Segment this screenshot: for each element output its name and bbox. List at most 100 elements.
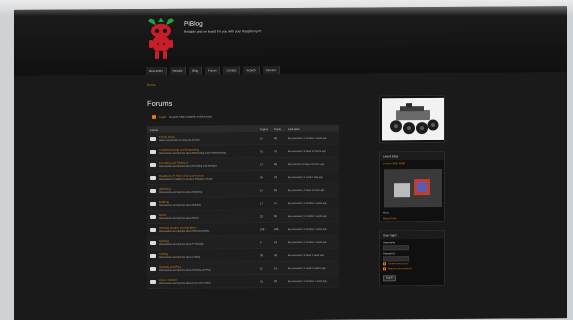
last-post[interactable]: By username | 2 months 1 week ago (288, 214, 342, 217)
forum-bubble-icon (150, 188, 156, 193)
topics-count: 17 (260, 201, 263, 205)
forum-text: Linux / Unlimit Discussions and queries a… (159, 278, 211, 286)
table-row[interactable]: Linux / Unlimit Discussions and queries a… (147, 274, 342, 290)
forum-table: Forum Topics Posts Last post Forum News N… (147, 124, 342, 290)
table-row[interactable]: Raspberry Pi Store and Accessories Discus… (147, 170, 342, 186)
last-post[interactable]: By username | 3 days 2 hours ago (288, 188, 342, 191)
column-header-topics[interactable]: Topics (260, 127, 274, 131)
nav-item-new-items[interactable]: New Items (146, 66, 167, 76)
forum-bubble-icon (150, 227, 156, 232)
bullet-icon (383, 262, 386, 266)
forum-description: Discussions and queries about Working Mo… (159, 229, 210, 234)
forum-text: Gaming Discussions and queries about Pi G… (159, 239, 203, 246)
forum-description: Discussions and queries about Linux and … (159, 281, 211, 286)
topics-count: 51 (260, 149, 263, 153)
nav-item-search[interactable]: Search (243, 66, 260, 75)
forum-bubble-icon (150, 162, 156, 167)
topics-count: 11 (260, 266, 263, 270)
table-row[interactable]: Coding Discussions and queries about Codi… (147, 248, 342, 264)
read-more-link[interactable]: Read more (380, 215, 444, 221)
table-row[interactable]: Watching Discussions and queries about Wa… (147, 183, 342, 199)
forum-text: Encoding and Setting it Discussions and q… (159, 161, 217, 169)
table-row[interactable]: Encoding and Setting it Discussions and q… (147, 157, 342, 173)
forum-cell: Forum News News and articles on using the… (150, 135, 260, 142)
posts-count: 58 (274, 253, 277, 257)
create-account-link[interactable]: Create new account (388, 263, 408, 265)
login-hint: Login to post new content in the forum. (152, 115, 213, 119)
posts-count: 14 (274, 266, 277, 270)
topics-count: 108 (260, 227, 265, 231)
forum-bubble-icon (150, 266, 156, 271)
forum-text: Raspberry Pi Store and Accessories Discus… (159, 173, 213, 182)
last-post[interactable]: By username | 1 week 1 day ago (288, 175, 342, 178)
last-post[interactable]: By username | 3 months 1 week ago (288, 279, 342, 282)
last-post[interactable]: By username | 3 days 1 week ago (288, 253, 342, 256)
topics-count: 6 (260, 240, 262, 244)
table-row[interactable]: Gaming Discussions and queries about Pi G… (147, 235, 342, 251)
column-header-forum[interactable]: Forum (150, 127, 260, 132)
breadcrumb[interactable]: Home (147, 83, 156, 87)
request-password-link[interactable]: Request new password (388, 268, 412, 270)
posts-count: 24 (274, 240, 277, 244)
latest-blog-post-link[interactable]: A new cabin RDB (380, 160, 444, 166)
last-post[interactable]: By username | 2 months 1 week ago (288, 136, 342, 139)
table-row[interactable]: Troubleshooting and Networking Discussion… (147, 144, 342, 160)
forum-text: Forum News News and articles on using the… (159, 135, 200, 143)
main-content: Home Forums Login to post new content in… (14, 72, 567, 320)
forum-bubble-icon (150, 253, 156, 258)
last-post[interactable]: By username | 3 days 14 hours ago (288, 149, 342, 152)
forum-description: Discussions and queries about Encoding a… (159, 164, 217, 169)
login-hint-text: to post new content in the forum. (169, 114, 213, 119)
forum-bubble-icon (150, 279, 156, 284)
forum-cell: Coding Discussions and queries about Codi… (150, 252, 260, 259)
forum-description: Discussions and queries about Hacking an… (159, 268, 211, 273)
posts-count: 57 (274, 201, 277, 205)
topics-count: 15 (260, 188, 263, 192)
column-header-posts[interactable]: Posts (274, 127, 288, 131)
forum-cell: Working Models and Modifiers Discussions … (150, 225, 260, 234)
table-row[interactable]: Working Models and Modifiers Discussions … (147, 222, 342, 238)
last-post[interactable]: By username | 3 months 1 week ago (288, 227, 342, 230)
site-title[interactable]: PiBlog (184, 21, 203, 28)
table-row[interactable]: Building Discussions and queries about Bu… (147, 196, 342, 212)
request-password-row[interactable]: Request new password (380, 266, 444, 271)
topics-count: 36 (260, 253, 263, 257)
nav-item-blog[interactable]: Blog (189, 66, 203, 75)
nav-item-forum[interactable]: Forum (205, 66, 221, 75)
login-link[interactable]: Login (159, 115, 166, 119)
last-post[interactable]: By username | 3 months 1 week ago (288, 240, 342, 243)
forum-cell: Raspberry Pi Store and Accessories Discus… (150, 173, 260, 182)
last-post[interactable]: By username | 3 months 1 week ago (288, 201, 342, 204)
raspberry-logo-icon[interactable] (144, 16, 178, 62)
site-header: PiBlog Reliable and on board for you wit… (14, 6, 567, 76)
nav-item-careers[interactable]: Careers (262, 66, 280, 75)
forum-cell: Gaming Discussions and queries about Pi G… (150, 239, 260, 246)
last-post[interactable]: By username | 1 week 5 weeks ago (288, 266, 342, 269)
forum-text: Building Discussions and queries about Bu… (159, 200, 201, 207)
forum-description: Discussions and queries about Movie (159, 216, 199, 221)
forum-cell: Movie Discussions and queries about Movie (150, 213, 260, 220)
posts-count: 63 (274, 188, 277, 192)
login-button[interactable]: Log in (383, 275, 396, 282)
nav-item-contact[interactable]: Contact (223, 66, 241, 75)
forum-bubble-icon (150, 175, 156, 180)
forum-text: Troubleshooting and Networking Discussion… (159, 147, 226, 155)
table-row[interactable]: Hacking and Play Discussions and queries … (147, 261, 342, 277)
column-header-last-post[interactable]: Last post (288, 127, 342, 131)
blog-post-image[interactable] (384, 168, 442, 208)
forum-description: Discussions in relation to product desig… (159, 177, 213, 182)
nav-item-results[interactable]: Results (169, 66, 187, 75)
forum-cell: Hacking and Play Discussions and queries … (150, 265, 260, 272)
forum-bubble-icon (150, 201, 156, 206)
forum-description: Discussions and queries about Building (159, 203, 201, 208)
forum-cell: Troubleshooting and Networking Discussion… (150, 147, 260, 155)
table-body: Forum News News and articles on using the… (147, 131, 342, 290)
robot-rover-image[interactable] (382, 97, 444, 141)
posts-count: 30 (274, 214, 277, 218)
table-row[interactable]: Forum News News and articles on using the… (147, 131, 342, 147)
table-row[interactable]: Movie Discussions and queries about Movie… (147, 209, 342, 225)
site-tagline: Reliable and on board for you with your … (184, 29, 262, 34)
posts-count: 209 (274, 227, 279, 231)
forum-cell: Encoding and Setting it Discussions and q… (150, 161, 260, 168)
last-post[interactable]: By bodz123 | 3 days 21 hours ago (288, 162, 342, 165)
